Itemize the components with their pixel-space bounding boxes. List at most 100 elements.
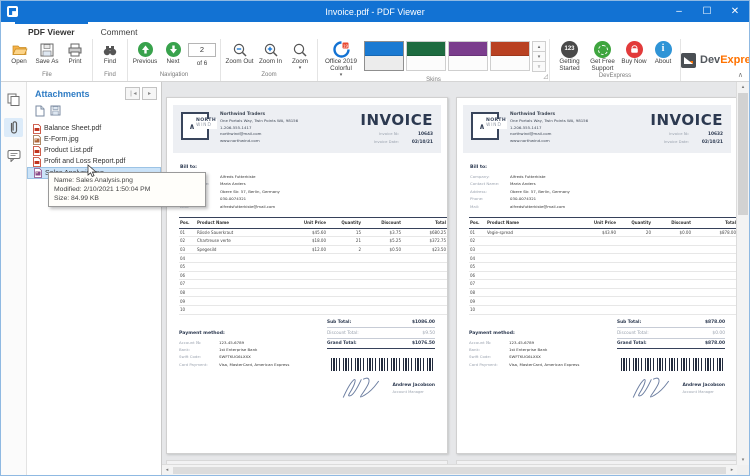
document-view-area[interactable]: ∧ NORTHWIND Northwind Traders One Portal… bbox=[162, 82, 749, 475]
svg-text:19: 19 bbox=[342, 43, 348, 48]
skin-swatch-red[interactable] bbox=[490, 41, 530, 71]
ribbon-group-devexpress: 123 Getting Started Get Free Support Buy… bbox=[550, 39, 681, 81]
vertical-scrollbar[interactable]: ▴ ▾ bbox=[736, 82, 749, 465]
bill-to-row: Company:Alfreds Futterkiste bbox=[180, 174, 434, 179]
skin-paint-style-button[interactable]: 19 Office 2019 Colorful ▾ bbox=[321, 40, 361, 77]
payment-method-section: Payment method: Account №:123-45-6789Ban… bbox=[179, 331, 327, 402]
bill-to-section: Bill to: Company:Alfreds FutterkisteCont… bbox=[180, 165, 434, 209]
invoice-table-row: 10 bbox=[469, 305, 737, 314]
company-website: www.northwind.com bbox=[510, 138, 588, 144]
page-count-label: of 6 bbox=[197, 60, 208, 67]
invoice-table-row: 07 bbox=[469, 280, 737, 289]
next-page-button[interactable]: Next bbox=[159, 40, 187, 66]
invoice-table-row: 06 bbox=[469, 271, 737, 280]
attachments-forward-button[interactable]: ▸ bbox=[142, 87, 157, 100]
getting-started-123-icon: 123 bbox=[561, 41, 578, 58]
tab-comment[interactable]: Comment bbox=[88, 22, 151, 39]
paperclip-icon bbox=[8, 120, 20, 135]
support-lifebuoy-icon bbox=[594, 41, 611, 58]
ribbon-collapse-icon[interactable]: ∧ bbox=[738, 71, 743, 79]
app-icon bbox=[7, 6, 18, 17]
zoom-dropdown-button[interactable]: Zoom ▾ bbox=[286, 40, 314, 70]
barcode bbox=[621, 358, 725, 371]
payment-row: Bank:1st Enterprise Bank bbox=[469, 347, 617, 352]
arrow-down-circle-icon bbox=[165, 41, 182, 58]
printer-icon bbox=[67, 41, 84, 58]
pdf-file-icon bbox=[33, 124, 41, 134]
invoice-page-3: ∧ NORTHWIND Northwind Traders One Portal… bbox=[456, 97, 738, 454]
ribbon-group-zoom: Zoom Out Zoom In Zoom ▾ Zoom bbox=[221, 39, 318, 81]
about-button[interactable]: i About bbox=[649, 40, 677, 66]
comments-tool[interactable] bbox=[4, 146, 23, 165]
invoice-table-row: 08 bbox=[469, 288, 737, 297]
attachment-item[interactable]: E-Form.jpg bbox=[27, 134, 161, 145]
invoice-table-row: 09 bbox=[179, 297, 447, 306]
minimize-button[interactable]: – bbox=[665, 1, 693, 22]
invoice-table-row: 09 bbox=[469, 297, 737, 306]
maximize-button[interactable]: ☐ bbox=[693, 1, 721, 22]
ribbon-group-skins: 19 Office 2019 Colorful ▾ ▴ ▾ bbox=[318, 39, 550, 81]
open-attachment-icon[interactable] bbox=[35, 105, 45, 117]
skin-swatch-blue[interactable] bbox=[364, 41, 404, 71]
page-thumbnails-tool[interactable] bbox=[4, 90, 23, 109]
skins-dialog-launcher-icon[interactable]: ◿ bbox=[543, 73, 548, 80]
horizontal-scrollbar-thumb[interactable] bbox=[173, 467, 726, 474]
zoom-out-button[interactable]: Zoom Out bbox=[224, 40, 255, 66]
bill-to-row: Contact Name:Maria Anders bbox=[180, 181, 434, 186]
invoice-items-table: Pos. Product Name Unit Price Quantity Di… bbox=[469, 217, 737, 315]
payment-row: Swift Code:SWFTKUG6LXXX bbox=[179, 354, 327, 359]
invoice-table-row: 01Rössle Sauerkraut$45.60 15$3.75$680.25 bbox=[179, 228, 447, 237]
scroll-up-icon[interactable]: ▴ bbox=[737, 82, 749, 92]
invoice-table-row: 05 bbox=[469, 262, 737, 271]
mouse-cursor-icon bbox=[87, 164, 97, 178]
payment-method-section: Payment method: Account №:123-45-6789Ban… bbox=[469, 331, 617, 402]
invoice-title: INVOICE bbox=[631, 112, 723, 128]
tab-pdf-viewer[interactable]: PDF Viewer bbox=[15, 22, 88, 39]
zoom-in-icon bbox=[262, 41, 279, 58]
previous-page-button[interactable]: Previous bbox=[131, 40, 159, 66]
open-button[interactable]: Open bbox=[5, 40, 33, 66]
bill-to-row: Phone:030-0074321 bbox=[470, 196, 724, 201]
invoice-number: 10632 bbox=[697, 132, 723, 137]
grand-total-row: Grand Total:$1076.50 bbox=[327, 339, 435, 350]
attachments-panel: Attachments ❘◂ ▸ Balance Sheet.pdf bbox=[27, 82, 162, 475]
discount-total-row: Discount Total:$0.00 bbox=[617, 328, 725, 339]
scroll-left-icon[interactable]: ◂ bbox=[162, 465, 172, 475]
zoom-in-button[interactable]: Zoom In bbox=[255, 40, 286, 66]
close-button[interactable]: ✕ bbox=[721, 1, 749, 22]
title-bar: Invoice.pdf - PDF Viewer – ☐ ✕ bbox=[1, 1, 749, 22]
bill-to-row: Contact Name:Maria Anders bbox=[470, 181, 724, 186]
image-file-icon bbox=[34, 168, 42, 178]
ribbon-tab-row: PDF Viewer Comment bbox=[1, 22, 749, 39]
ribbon: Open Save As Print File bbox=[1, 39, 749, 82]
pdf-file-icon bbox=[33, 146, 41, 156]
attachment-item[interactable]: Balance Sheet.pdf bbox=[27, 123, 161, 134]
gallery-dropdown-button[interactable]: ▿ bbox=[532, 61, 546, 72]
horizontal-scrollbar[interactable]: ◂ ▸ bbox=[162, 464, 737, 475]
vertical-scrollbar-thumb[interactable] bbox=[738, 93, 748, 215]
skin-swatch-green[interactable] bbox=[406, 41, 446, 71]
save-as-icon bbox=[39, 41, 56, 58]
zoom-out-icon bbox=[231, 41, 248, 58]
attachments-tool[interactable] bbox=[4, 118, 23, 137]
save-as-button[interactable]: Save As bbox=[33, 40, 61, 66]
grand-total-row: Grand Total:$878.00 bbox=[617, 339, 725, 350]
save-attachment-icon[interactable] bbox=[50, 105, 61, 117]
getting-started-button[interactable]: 123 Getting Started bbox=[553, 40, 586, 73]
barcode bbox=[331, 358, 435, 371]
print-button[interactable]: Print bbox=[61, 40, 89, 66]
scroll-right-icon[interactable]: ▸ bbox=[727, 465, 737, 475]
shopping-bag-icon bbox=[626, 41, 643, 58]
attachments-back-button[interactable]: ❘◂ bbox=[125, 87, 140, 100]
invoice-table-row: 04 bbox=[179, 254, 447, 263]
skin-swatch-purple[interactable] bbox=[448, 41, 488, 71]
attachment-item[interactable]: Product List.pdf bbox=[27, 145, 161, 156]
pdf-viewer-window: Invoice.pdf - PDF Viewer – ☐ ✕ PDF Viewe… bbox=[0, 0, 750, 476]
find-button[interactable]: Find bbox=[96, 40, 124, 66]
signature-icon bbox=[628, 375, 680, 401]
get-free-support-button[interactable]: Get Free Support bbox=[586, 40, 619, 73]
scroll-down-icon[interactable]: ▾ bbox=[737, 455, 749, 465]
buy-now-button[interactable]: Buy Now bbox=[619, 40, 649, 66]
office-2019-icon: 19 bbox=[333, 41, 350, 58]
page-number-input[interactable]: 2 bbox=[188, 43, 216, 57]
